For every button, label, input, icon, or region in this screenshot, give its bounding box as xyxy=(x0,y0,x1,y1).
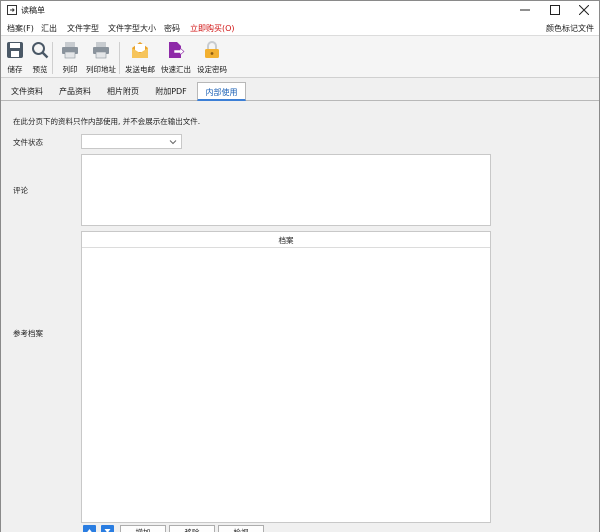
tab-product-info[interactable]: 产品资料 xyxy=(53,82,97,101)
toolbar: 储存 预览 列印 列印地址 发送电邮 快速汇出 设定密码 xyxy=(1,36,599,78)
window-title: 读稿单 xyxy=(21,6,45,15)
tab-attach-pdf[interactable]: 附加PDF xyxy=(149,82,193,101)
menu-font-size[interactable]: 文件字型大小 xyxy=(108,23,156,34)
app-window: 读稿单 档案(F) 汇出 文件字型 文件字型大小 密码 立即购买(O) 颜色标记… xyxy=(0,0,600,532)
maximize-button[interactable] xyxy=(540,1,570,19)
view-file-button[interactable]: 检视 xyxy=(218,525,264,532)
arrow-down-icon xyxy=(104,529,111,532)
minimize-icon xyxy=(520,9,530,11)
menu-file[interactable]: 档案(F) xyxy=(7,23,34,34)
status-select[interactable] xyxy=(81,134,182,149)
move-down-button[interactable] xyxy=(101,525,114,532)
magnifier-icon xyxy=(32,42,49,59)
tab-photo-pages[interactable]: 相片附页 xyxy=(101,82,145,101)
printer-address-icon xyxy=(93,42,109,59)
arrow-up-icon xyxy=(87,529,92,532)
export-document-icon xyxy=(169,42,185,58)
remove-file-button[interactable]: 移除 xyxy=(169,525,215,532)
files-column-header[interactable]: 档案 xyxy=(82,232,490,248)
tab-internal-use[interactable]: 内部使用 xyxy=(197,82,246,101)
status-label: 文件状态 xyxy=(13,138,43,147)
maximize-icon xyxy=(550,5,560,15)
chevron-down-icon xyxy=(169,140,177,145)
app-icon xyxy=(7,5,17,15)
menu-font[interactable]: 文件字型 xyxy=(67,23,99,34)
lock-icon xyxy=(205,41,219,58)
menu-bar: 档案(F) 汇出 文件字型 文件字型大小 密码 立即购买(O) 颜色标记文件 xyxy=(1,19,599,36)
comment-textarea[interactable] xyxy=(81,154,491,226)
set-password-label: 设定密码 xyxy=(197,65,227,74)
ref-files-label: 参考档案 xyxy=(13,329,43,338)
menu-buy-now[interactable]: 立即购买(O) xyxy=(190,23,235,34)
add-file-button[interactable]: 增加 xyxy=(120,525,166,532)
menu-password[interactable]: 密码 xyxy=(164,23,180,34)
printer-icon xyxy=(62,42,78,59)
close-button[interactable] xyxy=(569,1,599,19)
close-icon xyxy=(579,5,589,15)
tab-file-info[interactable]: 文件资料 xyxy=(5,82,49,101)
internal-use-panel: 在此分页下的资料只作内部使用, 并不会展示在输出文件. 文件状态 评论 参考档案… xyxy=(1,102,599,532)
title-bar: 读稿单 xyxy=(1,1,599,19)
internal-note: 在此分页下的资料只作内部使用, 并不会展示在输出文件. xyxy=(13,117,201,126)
comment-label: 评论 xyxy=(13,186,28,195)
menu-color-label[interactable]: 颜色标记文件 xyxy=(546,23,594,34)
envelope-icon xyxy=(132,42,148,58)
tab-bar: 文件资料 产品资料 相片附页 附加PDF 内部使用 xyxy=(1,79,599,101)
menu-export[interactable]: 汇出 xyxy=(41,23,57,34)
set-password-button[interactable]: 设定密码 xyxy=(194,39,230,75)
move-up-button[interactable] xyxy=(83,525,96,532)
ref-files-list[interactable]: 档案 xyxy=(81,231,491,523)
minimize-button[interactable] xyxy=(510,1,540,19)
